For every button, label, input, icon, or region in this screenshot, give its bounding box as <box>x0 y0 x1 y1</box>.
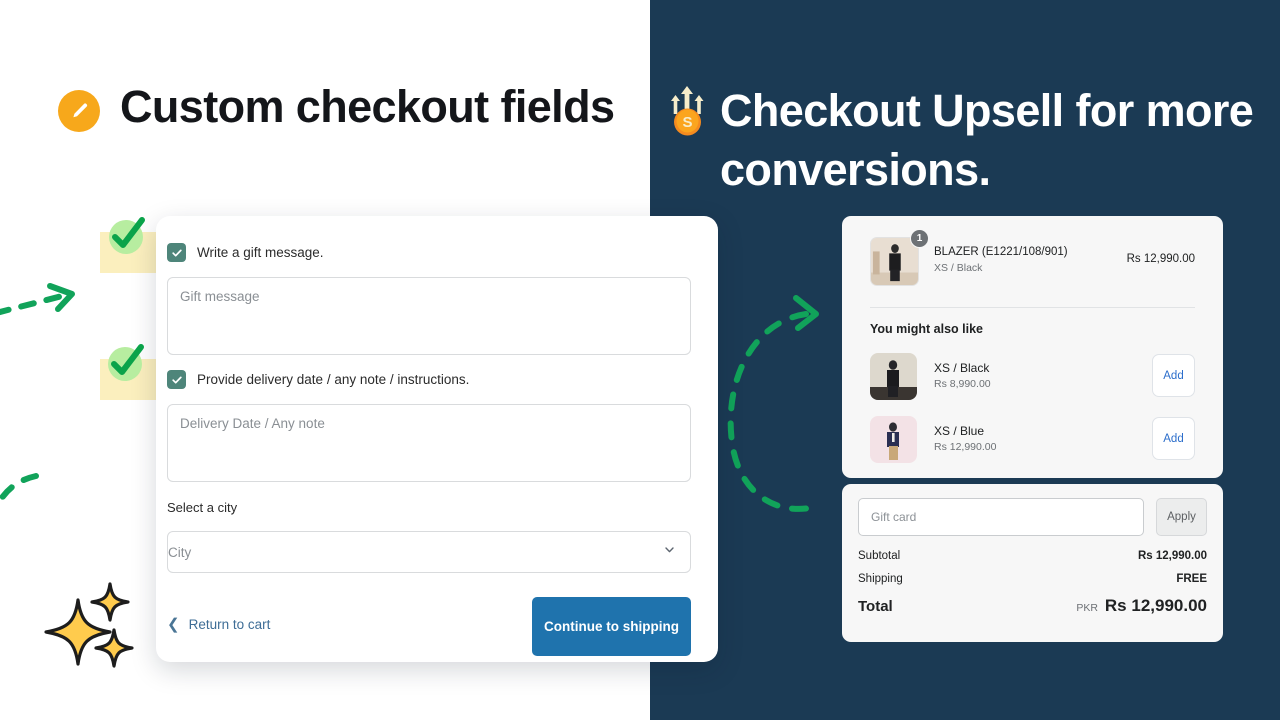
green-check-icon <box>103 339 147 388</box>
divider <box>870 307 1195 308</box>
upsell-section-title: You might also like <box>870 322 983 336</box>
total-currency: PKR <box>1076 602 1098 614</box>
svg-text:S: S <box>682 114 692 131</box>
quantity-badge: 1 <box>910 229 929 248</box>
delivery-note-placeholder: Delivery Date / Any note <box>180 416 325 431</box>
upsell-item-price: Rs 8,990.00 <box>934 378 991 390</box>
cart-line-item: 1 BLAZER (E1221/108/901) XS / Black Rs 1… <box>870 229 1195 287</box>
upsell-item-text: XS / Blue Rs 12,990.00 <box>934 422 996 456</box>
product-variant: XS / Black <box>934 261 983 274</box>
upsell-thumbnail <box>870 416 917 463</box>
summary-value: Rs 12,990.00 <box>1137 550 1207 562</box>
total-label: Total <box>858 598 893 615</box>
add-upsell-button[interactable]: Add <box>1152 417 1195 460</box>
checkbox-label: Provide delivery date / any note / instr… <box>197 372 470 387</box>
checkbox-row-delivery-note[interactable]: Provide delivery date / any note / instr… <box>167 370 469 389</box>
city-select[interactable]: City <box>167 531 691 573</box>
giftcard-input[interactable]: Gift card <box>858 498 1144 536</box>
checkout-card-footer: ❮ Return to cart Continue to shipping <box>167 597 691 657</box>
page-title-left: Custom checkout fields <box>120 81 615 132</box>
gift-message-textarea[interactable]: Gift message <box>167 277 691 355</box>
summary-label: Subtotal <box>858 550 901 562</box>
green-check-icon <box>104 212 148 261</box>
summary-row-total: Total PKR Rs 12,990.00 <box>858 596 1207 616</box>
chevron-down-icon <box>663 543 676 561</box>
return-to-cart-label: Return to cart <box>188 617 271 632</box>
sparkles-icon <box>42 578 138 679</box>
right-heading-block: S Checkout Upsell for more conversions. <box>662 82 1262 199</box>
checkbox-row-gift-message[interactable]: Write a gift message. <box>167 243 324 262</box>
total-amount-group: PKR Rs 12,990.00 <box>1076 596 1207 616</box>
giftcard-row: Gift card Apply <box>858 498 1207 536</box>
upsell-item-price: Rs 12,990.00 <box>934 441 997 453</box>
add-upsell-button[interactable]: Add <box>1152 354 1195 397</box>
checkbox-checked-icon[interactable] <box>167 243 186 262</box>
dashed-arc-left-icon <box>0 470 48 585</box>
promo-banner: Custom checkout fields S Checkout Upsell… <box>0 0 1280 720</box>
cart-totals-panel: Gift card Apply Subtotal Rs 12,990.00 Sh… <box>842 484 1223 642</box>
checkbox-checked-icon[interactable] <box>167 370 186 389</box>
total-value: Rs 12,990.00 <box>1104 596 1207 615</box>
summary-label: Shipping <box>858 573 903 585</box>
checkbox-label: Write a gift message. <box>197 245 324 260</box>
upsell-item-title: XS / Blue <box>934 424 985 438</box>
upsell-item-text: XS / Black Rs 8,990.00 <box>934 359 991 393</box>
giftcard-placeholder: Gift card <box>871 510 917 524</box>
city-field-label: Select a city <box>167 500 238 515</box>
product-title: BLAZER (E1221/108/901) <box>934 246 1068 258</box>
city-select-placeholder: City <box>168 544 192 560</box>
apply-giftcard-button[interactable]: Apply <box>1156 498 1207 536</box>
gift-message-placeholder: Gift message <box>180 289 260 304</box>
delivery-note-textarea[interactable]: Delivery Date / Any note <box>167 404 691 482</box>
return-to-cart-link[interactable]: ❮ Return to cart <box>167 617 270 632</box>
upsell-item-title: XS / Black <box>934 361 990 375</box>
upsell-item-row: XS / Black Rs 8,990.00 Add <box>870 353 1195 400</box>
summary-row-subtotal: Subtotal Rs 12,990.00 <box>858 550 1207 562</box>
coin-arrows-up-icon: S <box>664 80 712 138</box>
upsell-thumbnail <box>870 353 917 400</box>
cart-items-panel: 1 BLAZER (E1221/108/901) XS / Black Rs 1… <box>842 216 1223 478</box>
summary-value: FREE <box>1176 573 1207 585</box>
summary-row-shipping: Shipping FREE <box>858 573 1207 585</box>
continue-to-shipping-button[interactable]: Continue to shipping <box>532 597 691 656</box>
pencil-icon <box>58 90 100 132</box>
left-heading-block: Custom checkout fields <box>58 78 618 136</box>
page-title-right: Checkout Upsell for more conversions. <box>720 85 1254 195</box>
cart-line-item-text: BLAZER (E1221/108/901) XS / Black <box>934 244 1068 276</box>
upsell-item-row: XS / Blue Rs 12,990.00 Add <box>870 416 1195 463</box>
dashed-arrow-right-icon <box>0 275 102 330</box>
chevron-left-icon: ❮ <box>167 616 180 633</box>
product-price: Rs 12,990.00 <box>1126 253 1195 265</box>
